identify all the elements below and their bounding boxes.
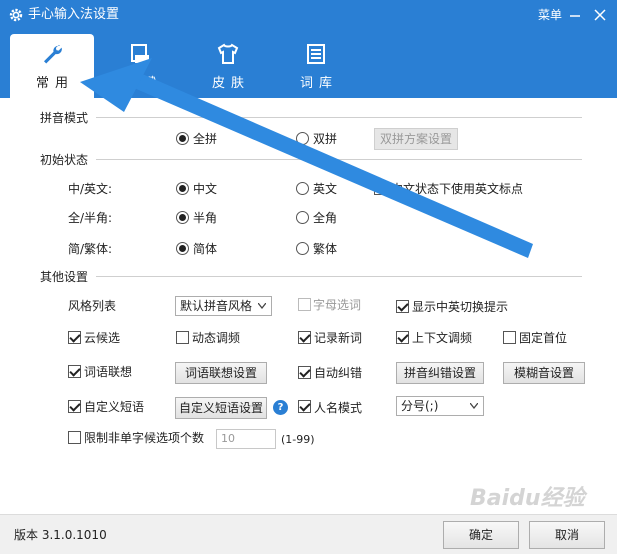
simplified-radio[interactable] — [176, 242, 189, 255]
context-freq-label: 上下文调频 — [412, 331, 473, 345]
english-punct-label: 中文状态下使用英文标点 — [391, 182, 524, 196]
style-list-select[interactable]: 默认拼音风格 — [175, 296, 272, 316]
tab-label: 按键 — [123, 76, 162, 91]
context-freq-checkbox[interactable] — [396, 331, 409, 344]
half-width-radio[interactable] — [176, 211, 189, 224]
tab-keys[interactable]: 按键 — [98, 34, 182, 98]
settings-panel: 拼音模式 全拼 双拼 双拼方案设置 初始状态 中/英文: 中文 英文 中文状态下… — [0, 98, 617, 514]
keyboard-icon — [131, 44, 149, 63]
name-mode-label: 人名模式 — [314, 401, 363, 415]
full-width-label: 全角 — [313, 211, 338, 225]
shirt-icon — [217, 43, 239, 64]
chevron-down-icon — [470, 403, 478, 409]
auto-correct-label: 自动纠错 — [314, 366, 363, 380]
dynamic-freq-checkbox[interactable] — [176, 331, 189, 344]
full-width-radio[interactable] — [296, 211, 309, 224]
divider — [96, 276, 582, 277]
divider — [96, 159, 582, 160]
style-list-value: 默认拼音风格 — [180, 299, 253, 313]
tab-lexicon[interactable]: 词库 — [274, 34, 358, 98]
chinese-radio[interactable] — [176, 182, 189, 195]
fuzzy-sound-button[interactable]: 模糊音设置 — [503, 362, 585, 384]
show-switch-tip-label: 显示中英切换提示 — [412, 300, 509, 314]
tab-label: 词库 — [299, 76, 338, 91]
half-width-label: 半角 — [193, 211, 218, 225]
limit-checkbox[interactable] — [68, 431, 81, 444]
limit-input[interactable]: 10 — [216, 429, 276, 449]
limit-range: (1-99) — [281, 433, 315, 446]
letter-select-checkbox[interactable] — [298, 298, 311, 311]
script-label: 简/繁体: — [68, 242, 113, 256]
name-mode-select[interactable]: 分号(;) — [396, 396, 484, 416]
wrench-icon — [44, 44, 62, 64]
section-other: 其他设置 — [40, 270, 89, 284]
auto-correct-checkbox[interactable] — [298, 366, 311, 379]
tab-label: 皮肤 — [211, 76, 250, 91]
name-mode-value: 分号(;) — [401, 399, 439, 413]
cn-en-label: 中/英文: — [68, 182, 113, 196]
english-punct-checkbox[interactable] — [374, 182, 387, 195]
watermark: Baidu经验 — [470, 486, 585, 511]
title-bar: 手心输入法设置 菜单 常用 按键 皮肤 词库 — [0, 0, 617, 98]
double-pinyin-radio[interactable] — [296, 132, 309, 145]
english-radio[interactable] — [296, 182, 309, 195]
section-initial-state: 初始状态 — [40, 153, 89, 167]
word-assoc-label: 词语联想 — [84, 365, 133, 379]
custom-phrase-button[interactable]: 自定义短语设置 — [175, 397, 267, 419]
show-switch-tip-checkbox[interactable] — [396, 300, 409, 313]
menu-button[interactable]: 菜单 — [538, 6, 562, 24]
traditional-radio[interactable] — [296, 242, 309, 255]
double-pinyin-label: 双拼 — [313, 132, 338, 146]
pinyin-correct-button[interactable]: 拼音纠错设置 — [396, 362, 484, 384]
full-pinyin-label: 全拼 — [193, 132, 218, 146]
traditional-label: 繁体 — [313, 242, 338, 256]
cloud-candidate-checkbox[interactable] — [68, 331, 81, 344]
limit-label: 限制非单字候选项个数 — [84, 431, 205, 445]
name-mode-checkbox[interactable] — [298, 400, 311, 413]
custom-phrase-checkbox[interactable] — [68, 400, 81, 413]
help-icon[interactable]: ? — [273, 400, 288, 415]
tab-skins[interactable]: 皮肤 — [186, 34, 270, 98]
minimize-icon[interactable] — [568, 8, 582, 22]
divider — [96, 117, 582, 118]
close-icon[interactable] — [593, 8, 607, 22]
word-assoc-checkbox[interactable] — [68, 365, 81, 378]
version-text: 版本 3.1.0.1010 — [14, 528, 107, 542]
record-new-checkbox[interactable] — [298, 331, 311, 344]
dynamic-freq-label: 动态调频 — [192, 331, 241, 345]
english-label: 英文 — [313, 182, 338, 196]
simplified-label: 简体 — [193, 242, 218, 256]
window-title: 手心输入法设置 — [28, 7, 120, 22]
chevron-down-icon — [258, 303, 266, 309]
fixed-first-label: 固定首位 — [519, 331, 568, 345]
cloud-candidate-label: 云候选 — [84, 331, 121, 345]
custom-phrase-label: 自定义短语 — [84, 400, 145, 414]
gear-icon — [9, 8, 23, 22]
word-assoc-button[interactable]: 词语联想设置 — [175, 362, 267, 384]
section-pinyin-mode: 拼音模式 — [40, 111, 89, 125]
tab-label: 常用 — [35, 76, 74, 91]
full-pinyin-radio[interactable] — [176, 132, 189, 145]
width-label: 全/半角: — [68, 211, 113, 225]
record-new-label: 记录新词 — [314, 331, 363, 345]
style-list-label: 风格列表 — [68, 299, 117, 313]
chinese-label: 中文 — [193, 182, 218, 196]
fixed-first-checkbox[interactable] — [503, 331, 516, 344]
tab-common[interactable]: 常用 — [10, 34, 94, 98]
document-icon — [307, 44, 325, 64]
letter-select-label: 字母选词 — [313, 298, 362, 312]
double-scheme-button[interactable]: 双拼方案设置 — [374, 128, 458, 150]
